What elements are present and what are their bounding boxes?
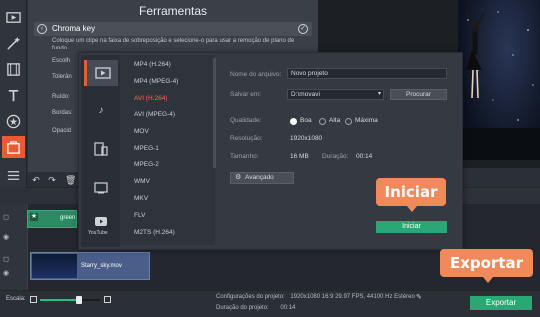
gear-icon: ⚙ <box>235 174 242 181</box>
format-item[interactable]: FLV <box>134 212 145 219</box>
format-item[interactable]: MPEG-1 <box>134 145 159 152</box>
bottom-bar: Escala: Configurações do projeto: 1920x1… <box>0 290 540 317</box>
chroma-key-header: ‹ Chroma key ✓ <box>34 22 312 36</box>
devices-icon <box>94 142 108 156</box>
quality-max-label: Máxima <box>355 117 378 124</box>
quality-label: Qualidade: <box>230 117 262 124</box>
undo-icon[interactable]: ↶ <box>31 175 41 185</box>
save-in-label: Salvar em: <box>230 91 262 98</box>
youtube-icon <box>95 216 107 226</box>
browse-button[interactable]: Procurar <box>390 89 447 100</box>
format-item-selected[interactable]: AVI (H.264) <box>134 95 167 102</box>
back-icon[interactable]: ‹ <box>37 24 47 34</box>
project-settings: Configurações do projeto: 1920x1080 16:9… <box>216 294 415 300</box>
advanced-button[interactable]: ⚙ Avançado <box>230 172 294 184</box>
youtube-label: YouTube <box>88 230 108 236</box>
format-item[interactable]: MKV <box>134 195 148 202</box>
advanced-label: Avançado <box>245 174 274 181</box>
music-note-icon: ♪ <box>98 104 104 116</box>
text-tool-icon[interactable] <box>2 84 25 106</box>
category-video[interactable] <box>84 60 118 86</box>
start-callout: Iniciar <box>376 178 446 212</box>
category-tv[interactable] <box>84 175 118 201</box>
format-item[interactable]: MP4 (H.264) <box>134 61 171 68</box>
format-item[interactable]: MOV <box>134 128 149 135</box>
tolerance-label: Tolerân <box>52 74 72 80</box>
scale-slider-handle[interactable] <box>76 296 82 304</box>
track-lock-icon[interactable]: ◻ <box>2 214 10 222</box>
filename-label: Nome do arquivo: <box>230 71 282 78</box>
project-settings-value: 1920x1080 16:9 29.97 FPS, 44100 Hz Estér… <box>290 294 415 300</box>
format-item[interactable]: MPEG-2 <box>134 161 159 168</box>
redo-icon[interactable]: ↷ <box>47 175 57 185</box>
format-item[interactable]: MP4 (MPEG-4) <box>134 78 178 85</box>
left-toolbar <box>0 0 27 195</box>
chevron-down-icon: ▾ <box>377 91 381 97</box>
project-duration-value: 00:14 <box>280 305 296 311</box>
track-visibility-icon[interactable]: ◉ <box>2 270 10 278</box>
starry-sky-clip[interactable]: Starry_sky.mov <box>30 252 150 280</box>
start-button[interactable]: Iniciar <box>376 221 447 233</box>
tv-icon <box>94 182 108 194</box>
duration-value: 00:14 <box>356 153 373 160</box>
export-callout: Exportar <box>440 249 533 283</box>
category-devices[interactable] <box>84 136 118 162</box>
dancer-silhouette <box>465 11 485 99</box>
quality-good-label: Boa <box>300 117 312 124</box>
green-clip-name: green <box>60 215 76 221</box>
project-duration-label: Duração do projeto: <box>216 305 269 311</box>
scale-slider-fill <box>40 299 78 301</box>
quality-good-radio[interactable] <box>290 118 297 125</box>
quality-high-radio[interactable] <box>319 118 326 125</box>
track-controls: ◻ ◉ ◻ ◉ <box>0 204 27 290</box>
quality-max-radio[interactable] <box>345 118 352 125</box>
track-lock-icon[interactable]: ◻ <box>2 256 10 264</box>
confirm-icon[interactable]: ✓ <box>298 24 308 34</box>
format-item[interactable]: M2TS (H.264) <box>134 229 175 236</box>
project-settings-label: Configurações do projeto: <box>216 294 285 300</box>
more-tools-icon[interactable] <box>2 164 25 186</box>
project-duration: Duração do projeto: 00:14 <box>216 305 295 311</box>
format-item[interactable]: WMV <box>134 178 150 185</box>
category-audio[interactable]: ♪ <box>84 97 118 123</box>
chroma-key-description: Coloque um clipe na faixa de sobreposiçã… <box>52 38 295 49</box>
chroma-key-title: Chroma key <box>52 24 96 33</box>
starry-sky-clip-name: Starry_sky.mov <box>81 263 122 269</box>
choose-color-label: Escolh <box>52 58 71 64</box>
save-in-value: D:\movavi <box>291 91 320 98</box>
delete-icon[interactable]: 🗑 <box>65 175 76 185</box>
sticker-star-icon[interactable] <box>2 110 25 132</box>
format-list-scrollbar[interactable] <box>213 58 216 168</box>
scale-label: Escala: <box>6 296 26 302</box>
track-visibility-icon[interactable]: ◉ <box>2 234 10 242</box>
video-tool-icon[interactable] <box>2 6 25 28</box>
export-button[interactable]: Exportar <box>470 296 532 310</box>
resolution-value: 1920x1080 <box>290 135 323 142</box>
noise-label: Ruído: <box>52 94 70 100</box>
tools-panel-title: Ferramentas <box>138 4 208 18</box>
size-label: Tamanho: <box>230 153 259 160</box>
opacity-label: Opacid <box>52 128 72 134</box>
quality-high-label: Alta <box>329 117 341 124</box>
save-in-select[interactable]: D:\movavi ▾ <box>287 89 384 100</box>
clip-thumbnail <box>32 254 77 278</box>
edges-label: Bordas: <box>52 110 73 116</box>
star-icon: ★ <box>30 213 38 221</box>
filename-input[interactable]: Novo projeto <box>287 68 447 79</box>
magic-wand-icon[interactable] <box>2 32 25 54</box>
resolution-label: Resolução: <box>230 135 263 142</box>
zoom-in-icon[interactable] <box>104 296 111 303</box>
chroma-key-tool-icon[interactable] <box>2 136 25 158</box>
monitor-video-icon <box>94 67 111 79</box>
edit-settings-icon[interactable]: ✎ <box>416 293 422 301</box>
duration-label: Duração: <box>322 153 349 160</box>
zoom-out-icon[interactable] <box>30 296 37 303</box>
size-value: 16 MB <box>290 153 309 160</box>
filmstrip-icon[interactable] <box>2 58 25 80</box>
format-item[interactable]: AVI (MPEG-4) <box>134 111 175 118</box>
green-clip[interactable]: ★ green <box>27 210 77 228</box>
